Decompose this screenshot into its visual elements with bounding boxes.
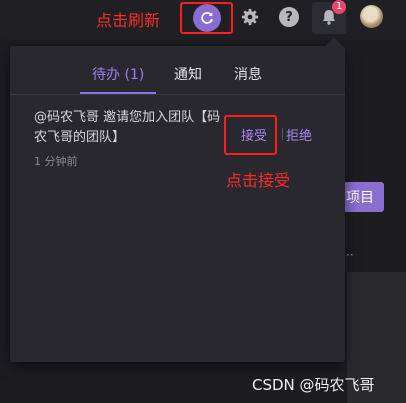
watermark: CSDN @码农飞哥 [252, 376, 375, 394]
refresh-icon [201, 12, 213, 24]
refresh-annotation: 点击刷新 [96, 11, 161, 30]
tab-todo[interactable]: 待办 (1) [92, 64, 144, 84]
action-separator [282, 128, 283, 140]
reject-button[interactable]: 拒绝 [286, 125, 312, 144]
tab-messages[interactable]: 消息 [234, 64, 262, 84]
notification-badge: 1 [332, 0, 346, 14]
gear-icon [241, 8, 259, 26]
refresh-button[interactable] [193, 4, 221, 32]
accept-annotation: 点击接受 [226, 171, 291, 190]
avatar[interactable] [360, 5, 383, 28]
background-more-dots: ·· [346, 248, 354, 262]
help-icon: ? [285, 9, 293, 25]
message-timestamp: 1 分钟前 [34, 155, 78, 168]
accept-button[interactable]: 接受 [241, 125, 267, 144]
help-button[interactable]: ? [279, 7, 299, 27]
active-tab-indicator [80, 92, 156, 94]
invite-message: @码农飞哥 邀请您加入团队【码农飞哥的团队】 [34, 110, 221, 145]
tab-notices[interactable]: 通知 [174, 64, 202, 84]
notification-panel: 待办 (1) 通知 消息 @码农飞哥 邀请您加入团队【码农飞哥的团队】 1 分钟… [10, 46, 345, 362]
settings-button[interactable] [240, 7, 260, 27]
notification-tabs: 待办 (1) 通知 消息 [10, 46, 345, 95]
